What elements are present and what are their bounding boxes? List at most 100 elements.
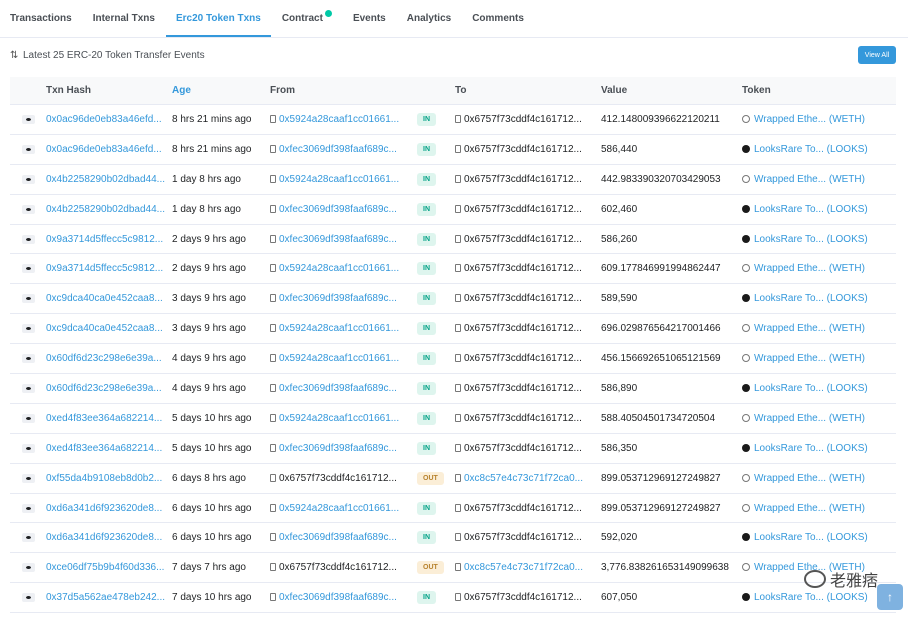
from-address[interactable]: 0x5924a28caaf1cc01661...	[270, 503, 417, 514]
view-all-button[interactable]: View All	[858, 46, 896, 64]
looks-token-icon	[742, 204, 750, 213]
eye-icon[interactable]	[21, 593, 35, 603]
token-link[interactable]: Wrapped Ethe... (WETH)	[742, 114, 892, 125]
eye-icon[interactable]	[21, 443, 35, 453]
contract-icon	[455, 563, 461, 572]
eye-icon[interactable]	[21, 383, 35, 393]
tab-transactions[interactable]: Transactions	[0, 0, 82, 37]
from-address[interactable]: 0xfec3069df398faaf689c...	[270, 144, 417, 155]
from-address[interactable]: 0xfec3069df398faaf689c...	[270, 204, 417, 215]
eye-icon[interactable]	[21, 174, 35, 184]
direction-cell: IN	[417, 292, 455, 306]
scroll-to-top-button[interactable]: ↑	[877, 584, 903, 610]
to-address: 0x6757f73cddf4c161712...	[455, 204, 601, 215]
eye-icon[interactable]	[21, 294, 35, 304]
eye-icon[interactable]	[21, 264, 35, 274]
row-preview	[10, 503, 46, 513]
eye-icon[interactable]	[21, 413, 35, 423]
eye-icon[interactable]	[21, 533, 35, 543]
token-link[interactable]: Wrapped Ethe... (WETH)	[742, 263, 892, 274]
tab-events[interactable]: Events	[343, 0, 396, 37]
to-address: 0x6757f73cddf4c161712...	[455, 383, 601, 394]
token-link[interactable]: Wrapped Ethe... (WETH)	[742, 353, 892, 364]
tab-contract[interactable]: Contract	[272, 0, 342, 37]
txn-hash-link[interactable]: 0x0ac96de0eb83a46efd...	[46, 114, 172, 125]
txn-hash-link[interactable]: 0xc9dca40ca0e452caa8...	[46, 323, 172, 334]
eye-icon[interactable]	[21, 234, 35, 244]
txn-hash-link[interactable]: 0xed4f83ee364a682214...	[46, 443, 172, 454]
txn-hash-link[interactable]: 0xf55da4b9108eb8d0b2...	[46, 473, 172, 484]
from-address[interactable]: 0x5924a28caaf1cc01661...	[270, 323, 417, 334]
token-link[interactable]: LooksRare To... (LOOKS)	[742, 592, 892, 603]
txn-hash-link[interactable]: 0xc9dca40ca0e452caa8...	[46, 293, 172, 304]
txn-hash-link[interactable]: 0x9a3714d5ffecc5c9812...	[46, 234, 172, 245]
txn-hash-link[interactable]: 0xce06df75b9b4f60d336...	[46, 562, 172, 573]
from-address[interactable]: 0xfec3069df398faaf689c...	[270, 234, 417, 245]
to-address: 0x6757f73cddf4c161712...	[455, 503, 601, 514]
txn-hash-link[interactable]: 0xd6a341d6f923620de8...	[46, 532, 172, 543]
from-address[interactable]: 0xfec3069df398faaf689c...	[270, 592, 417, 603]
weth-token-icon	[742, 473, 750, 482]
txn-hash-link[interactable]: 0x4b2258290b02dbad44...	[46, 204, 172, 215]
table-row: 0xed4f83ee364a682214... 5 days 10 hrs ago…	[10, 434, 896, 464]
token-link[interactable]: LooksRare To... (LOOKS)	[742, 234, 892, 245]
token-link[interactable]: LooksRare To... (LOOKS)	[742, 204, 892, 215]
from-address-text: 0x5924a28caaf1cc01661...	[279, 502, 400, 514]
weth-token-icon	[742, 324, 750, 333]
eye-icon[interactable]	[21, 473, 35, 483]
token-link[interactable]: Wrapped Ethe... (WETH)	[742, 413, 892, 424]
txn-hash-link[interactable]: 0x0ac96de0eb83a46efd...	[46, 144, 172, 155]
eye-icon[interactable]	[21, 324, 35, 334]
header-age[interactable]: Age	[172, 85, 270, 96]
age-text: 3 days 9 hrs ago	[172, 323, 246, 335]
to-address-text: 0x6757f73cddf4c161712...	[464, 592, 582, 604]
token-link[interactable]: LooksRare To... (LOOKS)	[742, 144, 892, 155]
txn-hash-link[interactable]: 0x60df6d23c298e6e39a...	[46, 383, 172, 394]
header-from: From	[270, 85, 295, 96]
txn-hash-link[interactable]: 0x60df6d23c298e6e39a...	[46, 353, 172, 364]
txn-hash-link[interactable]: 0x37d5a562ae478eb242...	[46, 592, 172, 603]
txn-hash-link[interactable]: 0x4b2258290b02dbad44...	[46, 174, 172, 185]
token-link[interactable]: Wrapped Ethe... (WETH)	[742, 323, 892, 334]
txn-hash-link[interactable]: 0xd6a341d6f923620de8...	[46, 503, 172, 514]
from-address[interactable]: 0xfec3069df398faaf689c...	[270, 443, 417, 454]
eye-icon[interactable]	[21, 563, 35, 573]
eye-icon[interactable]	[21, 114, 35, 124]
token-link[interactable]: Wrapped Ethe... (WETH)	[742, 174, 892, 185]
tab-comments[interactable]: Comments	[462, 0, 534, 37]
tab-analytics[interactable]: Analytics	[397, 0, 461, 37]
token-name: LooksRare To... (LOOKS)	[754, 233, 868, 245]
token-link[interactable]: Wrapped Ethe... (WETH)	[742, 503, 892, 514]
token-link[interactable]: LooksRare To... (LOOKS)	[742, 383, 892, 394]
eye-icon[interactable]	[21, 354, 35, 364]
from-address[interactable]: 0x5924a28caaf1cc01661...	[270, 174, 417, 185]
from-address[interactable]: 0xfec3069df398faaf689c...	[270, 293, 417, 304]
eye-icon[interactable]	[21, 144, 35, 154]
tab-internal-txns[interactable]: Internal Txns	[83, 0, 165, 37]
from-address[interactable]: 0xfec3069df398faaf689c...	[270, 532, 417, 543]
value-text: 3,776.838261653149099638	[601, 562, 729, 574]
token-link[interactable]: Wrapped Ethe... (WETH)	[742, 473, 892, 484]
eye-icon[interactable]	[21, 503, 35, 513]
token-link[interactable]: LooksRare To... (LOOKS)	[742, 532, 892, 543]
from-address: 0x6757f73cddf4c161712...	[270, 473, 417, 484]
from-address[interactable]: 0x5924a28caaf1cc01661...	[270, 114, 417, 125]
txn-hash-link[interactable]: 0xed4f83ee364a682214...	[46, 413, 172, 424]
to-address[interactable]: 0xc8c57e4c73c71f72ca0...	[455, 473, 601, 484]
from-address[interactable]: 0xfec3069df398faaf689c...	[270, 383, 417, 394]
to-address[interactable]: 0xc8c57e4c73c71f72ca0...	[455, 562, 601, 573]
txn-hash-link[interactable]: 0x9a3714d5ffecc5c9812...	[46, 263, 172, 274]
tab-erc20-token-txns[interactable]: Erc20 Token Txns	[165, 0, 271, 37]
row-preview	[10, 473, 46, 483]
from-address[interactable]: 0x5924a28caaf1cc01661...	[270, 263, 417, 274]
to-address-text: 0x6757f73cddf4c161712...	[464, 442, 582, 454]
eye-icon[interactable]	[21, 204, 35, 214]
token-link[interactable]: LooksRare To... (LOOKS)	[742, 293, 892, 304]
row-preview	[10, 533, 46, 543]
token-link[interactable]: LooksRare To... (LOOKS)	[742, 443, 892, 454]
token-transfers-table: Txn Hash Age From To Value Token 0x0ac96…	[10, 77, 896, 614]
from-address[interactable]: 0x5924a28caaf1cc01661...	[270, 353, 417, 364]
direction-badge: IN	[417, 501, 436, 515]
table-row: 0xce06df75b9b4f60d336... 7 days 7 hrs ago…	[10, 553, 896, 584]
from-address[interactable]: 0x5924a28caaf1cc01661...	[270, 413, 417, 424]
